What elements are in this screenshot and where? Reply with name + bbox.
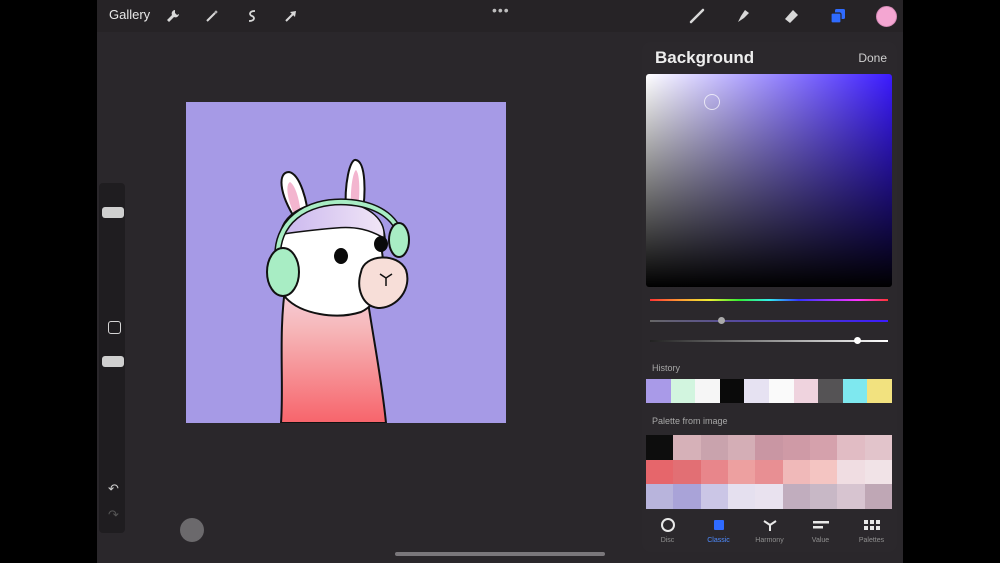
brush-icon[interactable] [687, 6, 707, 26]
palette-swatch[interactable] [864, 484, 892, 509]
top-toolbar: Gallery ••• [97, 0, 903, 32]
saturation-brightness-picker[interactable] [646, 74, 892, 287]
history-swatch[interactable] [670, 379, 696, 403]
palette-swatch[interactable] [673, 459, 701, 485]
palette-swatch[interactable] [728, 459, 756, 485]
brightness-slider[interactable] [650, 337, 888, 344]
palette-swatch[interactable] [864, 435, 892, 460]
drawing-canvas[interactable] [186, 102, 506, 423]
palettes-icon [863, 516, 881, 534]
palette-swatch[interactable] [646, 484, 674, 509]
history-swatch[interactable] [695, 379, 720, 403]
tab-label: Palettes [858, 537, 885, 544]
palette-swatch[interactable] [755, 459, 783, 485]
tab-value[interactable]: Value [795, 514, 846, 552]
palette-label: Palette from image [652, 416, 728, 426]
gallery-button[interactable]: Gallery [109, 7, 150, 22]
tab-harmony[interactable]: Harmony [744, 514, 795, 552]
history-label: History [652, 363, 681, 373]
color-mode-tabs: Disc Classic Harmony Value Palettes [642, 514, 897, 552]
smudge-icon[interactable] [733, 6, 753, 26]
history-swatch[interactable] [744, 379, 769, 403]
history-swatch[interactable] [818, 379, 843, 403]
history-swatch[interactable] [768, 379, 794, 403]
palette-swatch[interactable] [700, 484, 728, 509]
tab-palettes[interactable]: Palettes [846, 514, 897, 552]
tab-label: Disc [660, 537, 675, 544]
history-swatches [646, 379, 892, 403]
history-swatch[interactable] [842, 379, 868, 403]
current-color-swatch[interactable] [876, 6, 897, 27]
tab-classic[interactable]: Classic [693, 514, 744, 552]
move-icon[interactable] [281, 6, 301, 26]
layers-icon[interactable] [828, 6, 848, 26]
palette-swatch[interactable] [728, 435, 756, 460]
color-picker-handle[interactable] [704, 94, 720, 110]
saturation-slider[interactable] [650, 317, 888, 324]
done-button[interactable]: Done [858, 51, 887, 65]
tab-label: Value [811, 537, 830, 544]
palette-swatch[interactable] [837, 459, 865, 485]
palette-swatch[interactable] [755, 435, 783, 460]
llama-artwork [266, 159, 410, 423]
palette-swatch[interactable] [755, 484, 783, 509]
brush-size-slider[interactable] [102, 207, 124, 218]
wrench-icon[interactable] [163, 6, 183, 26]
value-icon [812, 516, 830, 534]
palette-swatch[interactable] [837, 435, 865, 460]
history-swatch[interactable] [719, 379, 745, 403]
more-options-button[interactable]: ••• [492, 2, 510, 18]
hue-slider[interactable] [650, 299, 888, 301]
palette-swatch[interactable] [864, 459, 892, 485]
harmony-icon [762, 516, 778, 534]
undo-button[interactable]: ↶ [108, 481, 119, 497]
panel-title: Background [655, 48, 755, 67]
palette-swatch[interactable] [673, 435, 701, 460]
home-indicator[interactable] [395, 552, 605, 556]
modify-button[interactable] [108, 321, 121, 334]
redo-button[interactable]: ↷ [108, 507, 119, 523]
palette-swatch[interactable] [837, 484, 865, 509]
brightness-thumb[interactable] [854, 337, 861, 344]
selection-icon[interactable] [242, 6, 262, 26]
palette-swatch[interactable] [782, 484, 810, 509]
palette-swatch[interactable] [810, 459, 838, 485]
history-swatch[interactable] [793, 379, 819, 403]
palette-swatch[interactable] [700, 459, 728, 485]
history-swatch[interactable] [867, 379, 892, 403]
color-panel: Background Done History Palette from ima… [642, 42, 897, 552]
palette-swatch[interactable] [646, 435, 674, 460]
tab-label: Classic [707, 537, 730, 544]
disc-icon [660, 516, 676, 534]
saturation-thumb[interactable] [718, 317, 725, 324]
palette-swatch[interactable] [810, 484, 838, 509]
tab-label: Harmony [755, 537, 784, 544]
tab-disc[interactable]: Disc [642, 514, 693, 552]
palette-swatch[interactable] [810, 435, 838, 460]
palette-swatch[interactable] [782, 459, 810, 485]
palette-swatch[interactable] [646, 459, 674, 485]
palette-swatch[interactable] [700, 435, 728, 460]
palette-from-image [646, 435, 892, 509]
palette-swatch[interactable] [782, 435, 810, 460]
left-sidebar: ↶ ↷ [99, 183, 125, 533]
brush-opacity-slider[interactable] [102, 356, 124, 367]
history-swatch[interactable] [646, 379, 671, 403]
procreate-app: Gallery ••• ↶ ↷ Background Done History … [97, 0, 903, 563]
classic-icon [711, 516, 727, 534]
palette-swatch[interactable] [673, 484, 701, 509]
eraser-icon[interactable] [781, 6, 801, 26]
quick-menu-button[interactable] [180, 518, 204, 542]
magic-wand-icon[interactable] [202, 6, 222, 26]
palette-swatch[interactable] [728, 484, 756, 509]
